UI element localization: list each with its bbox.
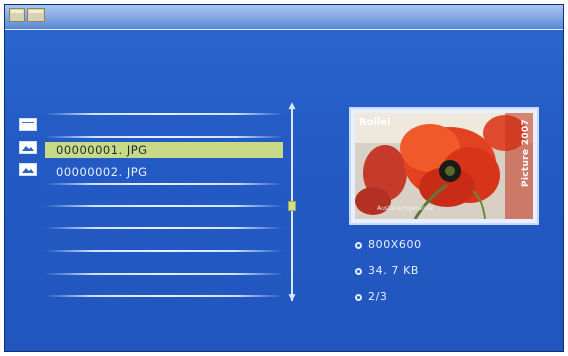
resolution-value: 800X600 <box>368 238 422 251</box>
scroll-down-arrow-icon[interactable]: ▼ <box>286 293 298 303</box>
row-divider <box>45 295 283 297</box>
photo-browser-screen: 00000001. JPG 00000002. JPG ▲ ▼ Rollei P… <box>4 4 564 352</box>
info-resolution: 800X600 <box>355 237 422 253</box>
row-divider <box>45 273 283 275</box>
info-size: 34. 7 KB <box>355 263 419 279</box>
row-divider <box>45 205 283 207</box>
folder-icon[interactable] <box>9 8 25 22</box>
row-divider <box>45 183 283 185</box>
poppy-photo <box>355 113 533 219</box>
top-bar <box>5 5 563 30</box>
scrollbar-thumb[interactable] <box>288 201 296 211</box>
row-divider <box>45 250 283 252</box>
folder-icon[interactable] <box>19 118 37 131</box>
row-divider <box>45 227 283 229</box>
file-size-value: 34. 7 KB <box>368 264 420 277</box>
bullet-icon <box>355 294 362 301</box>
folders-icon[interactable] <box>27 8 45 22</box>
scroll-up-arrow-icon[interactable]: ▲ <box>286 101 298 111</box>
row-divider <box>45 113 283 115</box>
image-preview: Rollei Picture 2007 Austauschgarantie <box>349 107 539 225</box>
brand-logo-text: Rollei <box>359 117 391 128</box>
file-position-value: 2/3 <box>368 290 388 303</box>
file-item-2[interactable]: 00000002. JPG <box>45 164 283 180</box>
folder-entry[interactable] <box>45 117 283 133</box>
info-position: 2/3 <box>355 289 388 305</box>
preview-side-text: Picture 2007 <box>521 119 531 188</box>
image-icon <box>19 163 37 176</box>
image-icon <box>19 141 37 154</box>
row-divider <box>45 136 283 138</box>
file-item-1[interactable]: 00000001. JPG <box>45 142 283 158</box>
bullet-icon <box>355 242 362 249</box>
bullet-icon <box>355 268 362 275</box>
preview-bottom-text: Austauschgarantie <box>377 205 434 212</box>
